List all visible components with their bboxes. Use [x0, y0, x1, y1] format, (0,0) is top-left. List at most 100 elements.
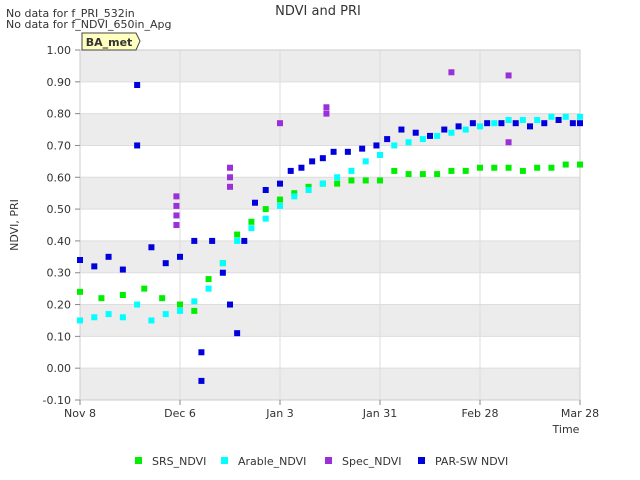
point-spec-ndvi: [173, 193, 180, 200]
point-srs-ndvi: [348, 177, 355, 184]
x-axis-label: Time: [552, 423, 580, 436]
point-arable-ndvi: [519, 117, 526, 123]
legend-label-spec-ndvi: Spec_NDVI: [342, 455, 402, 468]
point-arable-ndvi: [277, 202, 283, 209]
point-spec-ndvi: [505, 72, 512, 79]
y-tick-label: 0.10: [47, 330, 72, 343]
point-par-sw-ndvi: [344, 148, 351, 155]
point-par-sw-ndvi: [569, 120, 576, 127]
point-arable-ndvi: [205, 285, 212, 292]
point-srs-ndvi: [205, 276, 212, 283]
x-tick-label: Mar 28: [561, 407, 599, 420]
point-srs-ndvi: [159, 295, 166, 302]
point-srs-ndvi: [448, 167, 455, 174]
point-arable-ndvi: [77, 317, 83, 324]
point-arable-ndvi: [119, 314, 126, 321]
background-band: [80, 304, 580, 337]
y-tick-label: 0.40: [47, 235, 72, 248]
point-spec-ndvi: [277, 120, 283, 127]
y-tick-label: 0.70: [47, 139, 72, 152]
point-par-sw-ndvi: [119, 266, 126, 273]
point-par-sw-ndvi: [277, 180, 283, 187]
point-arable-ndvi: [305, 187, 312, 193]
legend-marker-spec-ndvi: [325, 457, 332, 464]
point-par-sw-ndvi: [373, 142, 380, 149]
point-srs-ndvi: [391, 167, 398, 174]
point-par-sw-ndvi: [555, 117, 562, 123]
background-band: [80, 113, 580, 146]
point-srs-ndvi: [491, 164, 498, 171]
point-par-sw-ndvi: [359, 145, 366, 152]
point-par-sw-ndvi: [287, 167, 294, 174]
y-tick-label: 0.80: [47, 108, 72, 121]
point-srs-ndvi: [334, 180, 341, 187]
point-par-sw-ndvi: [541, 120, 548, 127]
background-bands: [80, 50, 580, 400]
y-tick-label: 0.20: [47, 299, 72, 312]
point-par-sw-ndvi: [262, 187, 269, 193]
point-arable-ndvi: [405, 139, 412, 146]
point-srs-ndvi: [434, 171, 441, 178]
point-arable-ndvi: [448, 129, 455, 136]
legend-label-arable-ndvi: Arable_NDVI: [238, 455, 306, 468]
point-par-sw-ndvi: [219, 269, 226, 276]
y-axis: -0.10 0.00 0.10 0.20 0.30 0.40 0.50 0.60 0.70 0.8…: [43, 44, 80, 407]
point-par-sw-ndvi: [412, 129, 419, 136]
point-srs-ndvi: [262, 206, 269, 213]
point-srs-ndvi: [562, 161, 569, 168]
point-srs-ndvi: [505, 164, 512, 171]
point-srs-ndvi: [234, 231, 241, 238]
point-par-sw-ndvi: [191, 237, 198, 244]
point-arable-ndvi: [505, 117, 512, 123]
point-par-sw-ndvi: [134, 82, 141, 88]
point-par-sw-ndvi: [227, 301, 233, 308]
point-par-sw-ndvi: [441, 126, 448, 133]
point-par-sw-ndvi: [162, 260, 169, 267]
point-par-sw-ndvi: [398, 126, 405, 133]
point-par-sw-ndvi: [198, 349, 205, 356]
point-srs-ndvi: [191, 307, 198, 314]
point-par-sw-ndvi: [330, 148, 337, 155]
background-band: [80, 240, 580, 273]
point-spec-ndvi: [227, 183, 233, 190]
point-arable-ndvi: [548, 113, 555, 120]
point-spec-ndvi: [227, 164, 233, 171]
point-par-sw-ndvi: [148, 244, 155, 251]
background-band: [80, 177, 580, 210]
point-srs-ndvi: [534, 164, 541, 171]
point-arable-ndvi: [434, 132, 441, 139]
point-spec-ndvi: [227, 174, 233, 181]
legend-label-srs-ndvi: SRS_NDVI: [152, 455, 206, 468]
point-srs-ndvi: [77, 288, 83, 295]
y-axis-label: NDVI, PRI: [8, 199, 21, 251]
point-par-sw-ndvi: [234, 330, 241, 337]
legend-marker-arable-ndvi: [221, 457, 228, 464]
point-arable-ndvi: [262, 215, 269, 222]
x-tick-label: Jan 31: [362, 407, 397, 420]
point-arable-ndvi: [319, 180, 326, 187]
chart-canvas: -0.10 0.00 0.10 0.20 0.30 0.40 0.50 0.60 0.70 0.8…: [6, 4, 599, 468]
point-par-sw-ndvi: [309, 158, 316, 165]
point-srs-ndvi: [362, 177, 369, 184]
point-spec-ndvi: [173, 202, 180, 209]
no-data-note-2: No data for f_NDVI_650in_Apg: [6, 18, 172, 31]
point-par-sw-ndvi: [527, 123, 533, 130]
point-arable-ndvi: [477, 123, 483, 130]
point-arable-ndvi: [219, 260, 226, 267]
point-arable-ndvi: [248, 225, 255, 232]
point-srs-ndvi: [177, 301, 183, 308]
point-arable-ndvi: [162, 311, 169, 318]
background-band: [80, 50, 580, 82]
point-par-sw-ndvi: [498, 120, 505, 127]
point-arable-ndvi: [534, 117, 541, 123]
point-arable-ndvi: [191, 298, 198, 305]
point-par-sw-ndvi: [384, 136, 391, 143]
y-tick-label: 0.00: [47, 362, 72, 375]
badge-label: BA_met: [86, 36, 133, 49]
point-srs-ndvi: [405, 171, 412, 178]
point-arable-ndvi: [234, 237, 241, 244]
point-srs-ndvi: [477, 164, 483, 171]
point-arable-ndvi: [334, 174, 341, 181]
x-tick-label: Dec 6: [164, 407, 196, 420]
point-par-sw-ndvi: [134, 142, 141, 149]
